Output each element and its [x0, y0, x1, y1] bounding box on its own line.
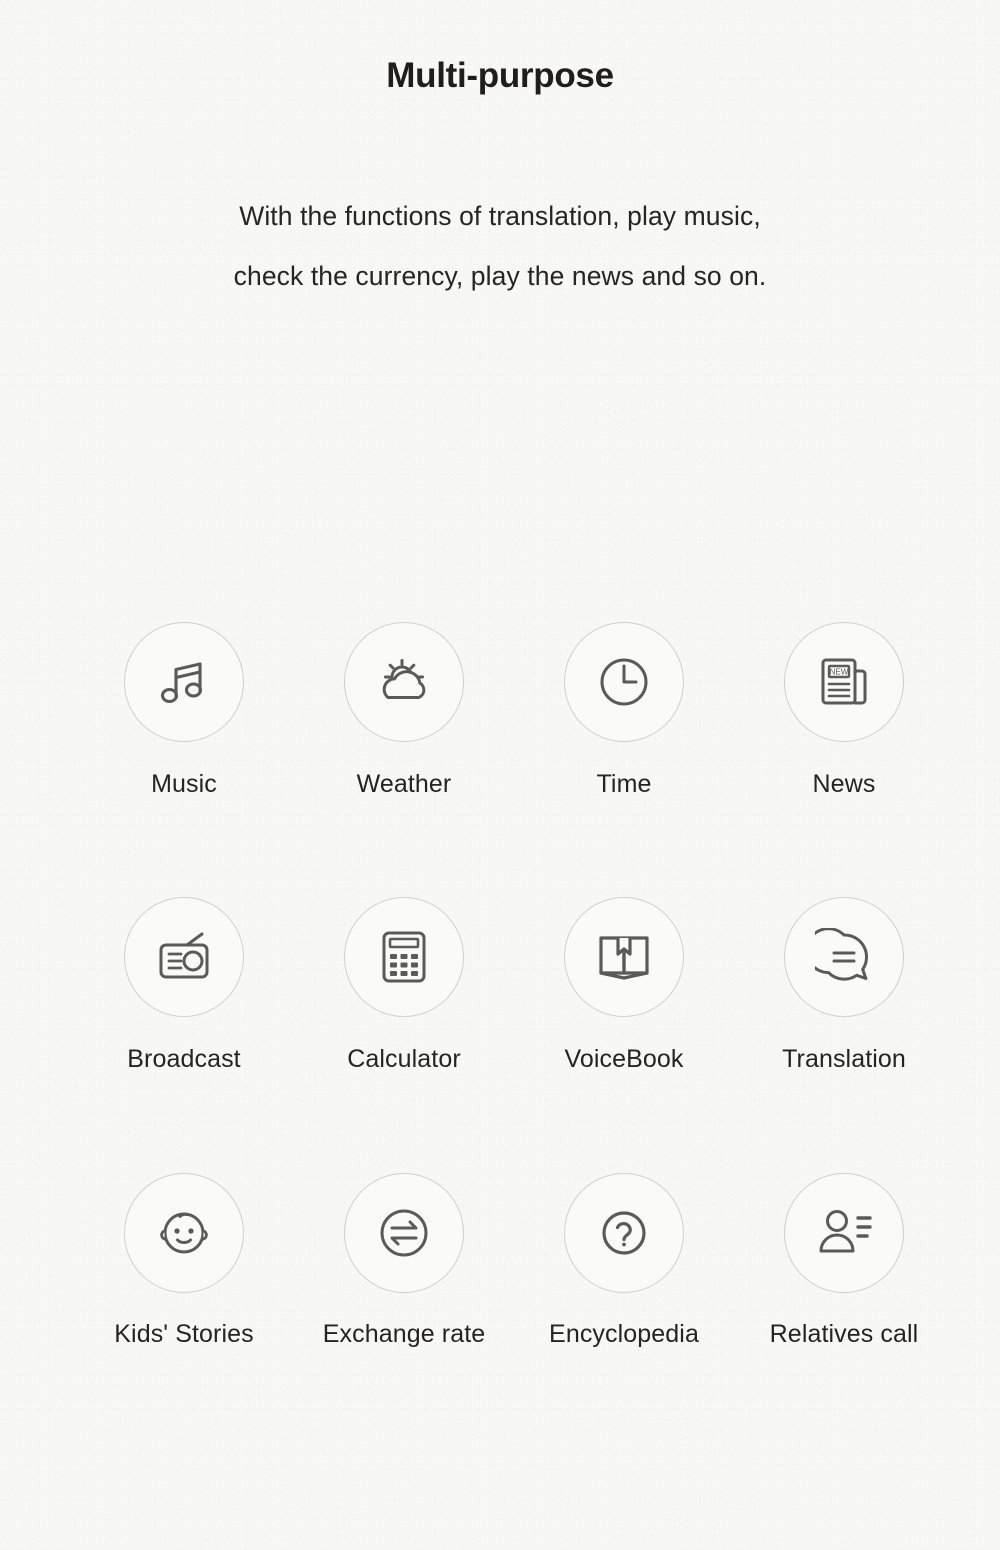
feature-row: Broadcast Calculator VoiceBook Translati…: [74, 897, 954, 1173]
icon-circle[interactable]: [124, 1173, 244, 1293]
feature-item-translation[interactable]: Translation: [734, 897, 954, 1173]
feature-item-voicebook[interactable]: VoiceBook: [514, 897, 734, 1173]
feature-item-encyclopedia[interactable]: Encyclopedia: [514, 1173, 734, 1373]
feature-item-exchange-rate[interactable]: Exchange rate: [294, 1173, 514, 1373]
feature-item-news[interactable]: NEW News: [734, 622, 954, 897]
feature-item-broadcast[interactable]: Broadcast: [74, 897, 294, 1173]
question-mark-circle-icon: [602, 1211, 646, 1255]
person-contact-icon: [819, 1210, 872, 1253]
subtitle-line-1: With the functions of translation, play …: [239, 201, 761, 231]
icon-circle[interactable]: [784, 1173, 904, 1293]
feature-item-weather[interactable]: Weather: [294, 622, 514, 897]
feature-item-relatives-call[interactable]: Relatives call: [734, 1173, 954, 1373]
feature-row: Kids' Stories Exchange rate Encyclopedia…: [74, 1173, 954, 1373]
icon-circle[interactable]: [124, 897, 244, 1017]
feature-label: VoiceBook: [564, 1045, 684, 1073]
page-subtitle: With the functions of translation, play …: [0, 186, 1000, 306]
feature-item-time[interactable]: Time: [514, 622, 734, 897]
news-badge-text: NEW: [830, 668, 849, 677]
icon-circle[interactable]: [344, 1173, 464, 1293]
feature-label: Calculator: [347, 1045, 461, 1073]
baby-face-icon: [160, 1212, 208, 1254]
icon-circle[interactable]: [784, 897, 904, 1017]
feature-label: Translation: [782, 1045, 906, 1073]
feature-label: Broadcast: [127, 1045, 241, 1073]
feature-item-music[interactable]: Music: [74, 622, 294, 897]
calculator-icon: [382, 931, 426, 983]
multi-purpose-feature-page: Multi-purpose With the functions of tran…: [0, 0, 1000, 1550]
feature-label: News: [812, 770, 876, 798]
speech-bubble-equals-icon: [815, 928, 868, 981]
feature-item-calculator[interactable]: Calculator: [294, 897, 514, 1173]
icon-circle[interactable]: [124, 622, 244, 742]
subtitle-line-2: check the currency, play the news and so…: [233, 261, 767, 291]
sun-behind-cloud-icon: [382, 659, 426, 699]
icon-circle[interactable]: [344, 622, 464, 742]
icon-circle[interactable]: [564, 622, 684, 742]
feature-icon-grid: Music Weather Time NEW News Broadcast Ca…: [74, 622, 954, 1373]
radio-icon: [159, 932, 209, 979]
feature-label: Time: [596, 770, 652, 798]
feature-label: Music: [151, 770, 217, 798]
icon-circle[interactable]: NEW: [784, 622, 904, 742]
feature-label: Exchange rate: [322, 1320, 486, 1348]
icon-circle[interactable]: [564, 897, 684, 1017]
exchange-arrows-icon: [380, 1209, 428, 1257]
feature-row: Music Weather Time NEW News: [74, 622, 954, 897]
feature-label: Kids' Stories: [114, 1320, 254, 1348]
clock-icon: [600, 658, 648, 706]
feature-item-kids-stories[interactable]: Kids' Stories: [74, 1173, 294, 1373]
icon-circle[interactable]: [564, 1173, 684, 1293]
feature-label: Weather: [356, 770, 452, 798]
open-book-icon: [599, 936, 649, 980]
icon-circle[interactable]: [344, 897, 464, 1017]
music-note-icon: [160, 662, 203, 704]
page-title: Multi-purpose: [386, 56, 614, 95]
newspaper-icon: NEW: [821, 658, 867, 705]
feature-label: Encyclopedia: [549, 1320, 699, 1348]
feature-label: Relatives call: [769, 1320, 919, 1348]
